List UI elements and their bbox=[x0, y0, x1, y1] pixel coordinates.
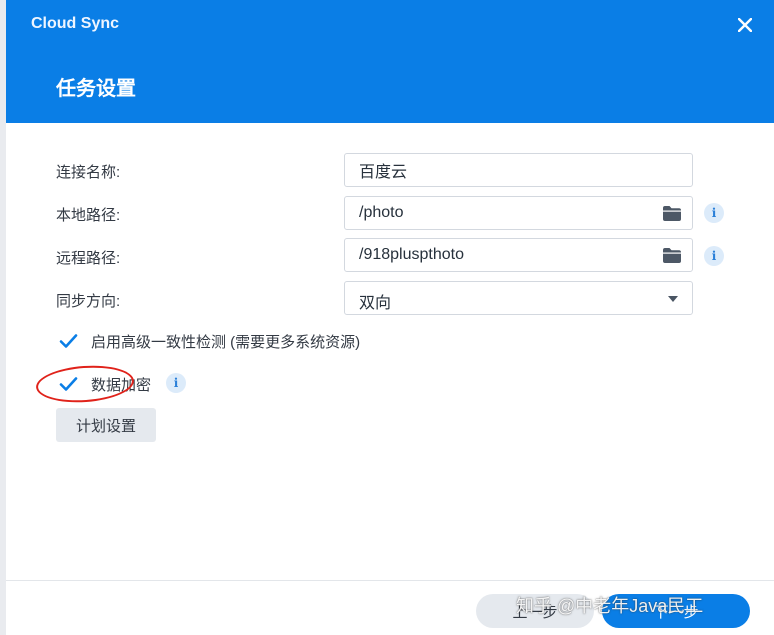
data-encryption-checkbox[interactable] bbox=[56, 372, 80, 396]
page-title: 任务设置 bbox=[56, 78, 136, 100]
local-path-input[interactable] bbox=[345, 197, 692, 229]
local-path-field bbox=[344, 196, 693, 230]
remote-path-field bbox=[344, 238, 693, 272]
app-title: Cloud Sync bbox=[31, 15, 120, 32]
footer-divider bbox=[6, 580, 774, 581]
checkmark-icon bbox=[59, 334, 78, 348]
previous-step-button[interactable]: 上一步 bbox=[476, 594, 594, 628]
schedule-settings-button[interactable]: 计划设置 bbox=[56, 408, 156, 442]
checkmark-icon bbox=[59, 377, 78, 391]
dialog-header: Cloud Sync 任务设置 bbox=[6, 0, 774, 123]
remote-path-label: 远程路径: bbox=[56, 250, 121, 267]
folder-icon[interactable] bbox=[663, 248, 681, 263]
data-encryption-info-icon[interactable]: i bbox=[166, 373, 186, 393]
consistency-check-checkbox[interactable] bbox=[56, 329, 80, 353]
sync-direction-select[interactable]: 双向 bbox=[344, 281, 693, 315]
next-step-button[interactable]: 下一步 bbox=[602, 594, 750, 628]
remote-path-input[interactable] bbox=[345, 239, 692, 271]
connection-name-input[interactable] bbox=[345, 154, 692, 186]
cloud-sync-dialog: Cloud Sync 任务设置 连接名称: 本地路径: i 远程路径: i 同步… bbox=[6, 0, 774, 635]
sync-direction-value: 双向 bbox=[359, 295, 392, 312]
local-path-label: 本地路径: bbox=[56, 207, 121, 224]
consistency-check-label: 启用高级一致性检测 (需要更多系统资源) bbox=[91, 334, 361, 351]
sync-direction-label: 同步方向: bbox=[56, 293, 121, 310]
chevron-down-icon bbox=[668, 296, 678, 302]
folder-icon[interactable] bbox=[663, 206, 681, 221]
connection-name-field bbox=[344, 153, 693, 187]
data-encryption-label: 数据加密 bbox=[91, 377, 152, 394]
local-path-info-icon[interactable]: i bbox=[704, 203, 724, 223]
close-button[interactable] bbox=[734, 14, 756, 36]
close-icon bbox=[738, 18, 752, 32]
remote-path-info-icon[interactable]: i bbox=[704, 246, 724, 266]
connection-name-label: 连接名称: bbox=[56, 164, 121, 181]
